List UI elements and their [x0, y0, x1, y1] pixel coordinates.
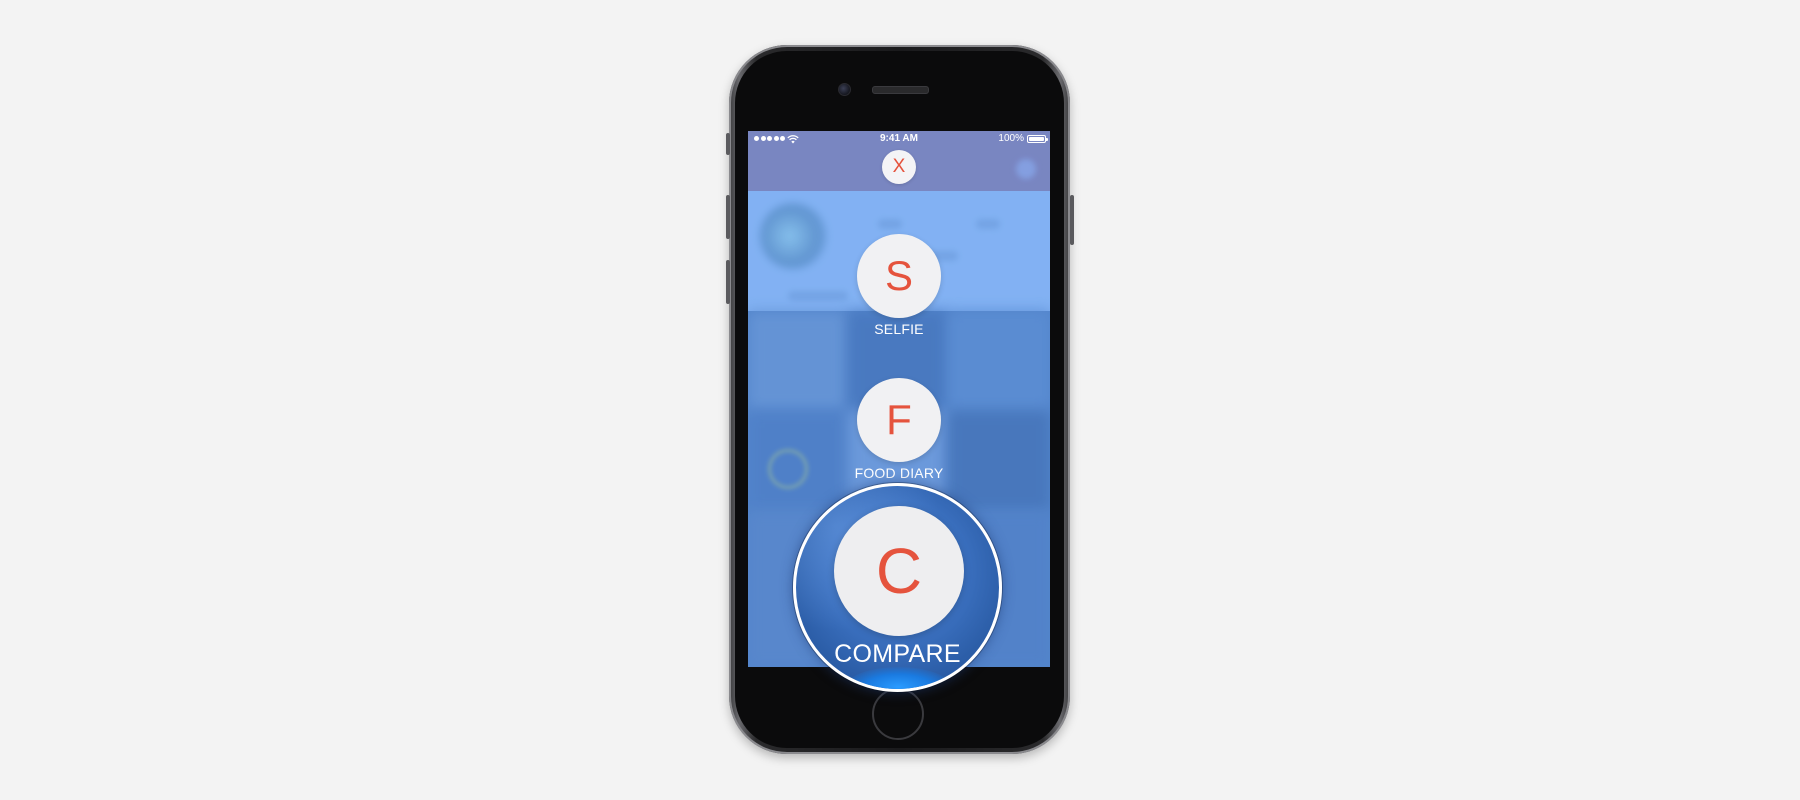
- close-menu-button[interactable]: X: [882, 150, 916, 184]
- status-bar: 9:41 AM 100%: [748, 131, 1050, 147]
- selfie-label: SELFIE: [874, 321, 924, 337]
- front-camera-icon: [838, 83, 851, 96]
- mute-switch: [726, 133, 730, 155]
- volume-down-button: [726, 260, 730, 304]
- battery-icon: [1027, 135, 1048, 143]
- power-button: [1070, 195, 1074, 245]
- compare-magnifier: C COMPARE: [793, 483, 1002, 692]
- home-button[interactable]: [872, 688, 924, 740]
- food-diary-label: FOOD DIARY: [854, 465, 944, 481]
- earpiece-speaker: [872, 86, 929, 94]
- compare-button[interactable]: C: [834, 506, 964, 636]
- volume-up-button: [726, 195, 730, 239]
- canvas: 9:41 AM 100% X S SELFIE F FOOD DIARY C C…: [0, 0, 1800, 800]
- selfie-button[interactable]: S: [857, 234, 941, 318]
- compare-label: COMPARE: [834, 640, 961, 668]
- battery-percentage: 100%: [998, 133, 1024, 144]
- food-diary-button[interactable]: F: [857, 378, 941, 462]
